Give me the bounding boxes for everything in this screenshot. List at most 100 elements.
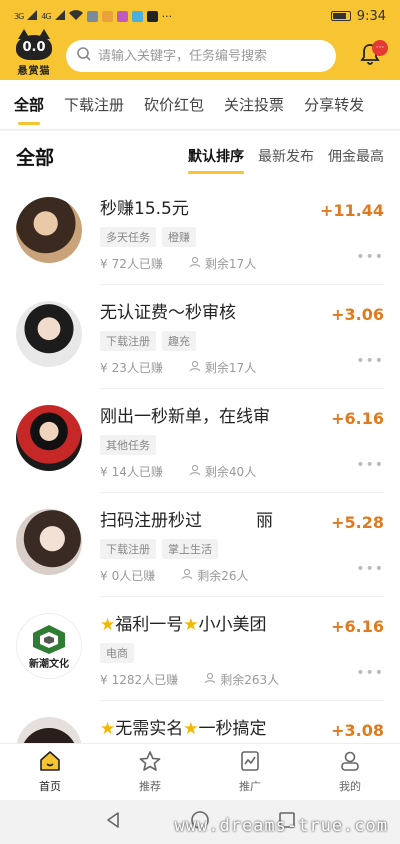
person-icon (204, 672, 216, 687)
nav-label: 推广 (239, 780, 261, 793)
tab-download-register[interactable]: 下载注册 (64, 80, 124, 129)
search-bar[interactable] (66, 40, 336, 72)
nav-label: 首页 (39, 780, 61, 793)
reward-amount: +3.06 (331, 305, 384, 324)
task-item[interactable]: 刚出一秒新单，在线审 其他任务 ¥ 14人已赚 剩余40人 +6.16 ••• (0, 389, 400, 493)
task-meta: ¥ 72人已赚 剩余17人 (100, 255, 384, 272)
more-options-icon[interactable]: ••• (356, 353, 384, 369)
task-title-part: 一秒搞定 (198, 719, 267, 739)
app-notification-icon (86, 10, 98, 22)
app-notification-icon (131, 10, 143, 22)
task-tags: 下载注册 趣充 (100, 331, 384, 351)
tab-follow-vote[interactable]: 关注投票 (224, 80, 284, 129)
sort-newest[interactable]: 最新发布 (258, 142, 314, 170)
earned-count: 23人已赚 (111, 361, 163, 375)
sort-options: 默认排序 最新发布 佣金最高 (188, 142, 384, 174)
task-title-part: 小小美团 (198, 615, 267, 635)
reward-amount: +5.28 (331, 513, 384, 532)
earned-count: 1282人已赚 (111, 673, 179, 687)
star-icon: ★ (100, 615, 116, 635)
task-tags: 下载注册 掌上生活 (100, 539, 384, 559)
task-tags: 多天任务 橙赚 (100, 227, 384, 247)
wifi-icon (68, 9, 83, 23)
nav-mine[interactable]: 我的 (300, 744, 400, 800)
more-options-icon[interactable]: ••• (356, 249, 384, 265)
sort-highest-commission[interactable]: 佣金最高 (328, 142, 384, 170)
yen-icon: ¥ (100, 464, 108, 479)
avatar: 新潮文化 (16, 613, 82, 679)
task-title-part: 福利一号 (115, 615, 184, 635)
task-meta: ¥ 14人已赚 剩余40人 (100, 463, 384, 480)
task-item[interactable]: 新潮文化 ★福利一号★小小美团 电商 ¥ 1282人已赚 剩余263人 +6.1… (0, 597, 400, 701)
cat-logo-icon: 0.0 (16, 29, 52, 60)
task-tag: 下载注册 (100, 331, 156, 351)
task-tag: 下载注册 (100, 539, 156, 559)
avatar (16, 197, 82, 263)
more-options-icon[interactable]: ••• (356, 561, 384, 577)
search-icon (76, 46, 92, 66)
search-input[interactable] (98, 48, 326, 64)
person-icon (181, 568, 193, 583)
more-notifications-icon: ··· (161, 9, 173, 23)
more-options-icon[interactable]: ••• (356, 457, 384, 473)
task-item[interactable]: 无认证费～秒审核 下载注册 趣充 ¥ 23人已赚 剩余17人 +3.06 ••• (0, 285, 400, 389)
tiktok-icon (146, 10, 158, 22)
task-tags: 电商 (100, 643, 384, 663)
status-left: 3G 4G ··· (14, 9, 173, 23)
notification-button[interactable]: ··· (352, 38, 388, 74)
reward-amount: +3.08 (331, 721, 384, 740)
remaining-count: 剩余17人 (204, 361, 257, 375)
signal-bars-icon (27, 9, 38, 23)
task-tag: 其他任务 (100, 435, 156, 455)
status-right: 9:34 (330, 9, 386, 24)
task-tag: 趣充 (162, 331, 196, 351)
category-tabs: 全部 下载注册 砍价红包 关注投票 分享转发 (0, 80, 400, 130)
task-item[interactable]: 扫码注册秒过 丽 下载注册 掌上生活 ¥ 0人已赚 剩余26人 +5.28 ••… (0, 493, 400, 597)
yen-icon: ¥ (100, 256, 108, 271)
back-icon[interactable] (104, 811, 122, 833)
signal-3g: 3G (14, 11, 24, 21)
app-header: 0.0 悬赏猫 ··· (0, 29, 400, 80)
home-icon (38, 750, 62, 775)
avatar (16, 509, 82, 575)
task-meta: ¥ 0人已赚 剩余26人 (100, 567, 384, 584)
more-options-icon[interactable]: ••• (356, 665, 384, 681)
earned-count: 72人已赚 (111, 257, 163, 271)
remaining-count: 剩余40人 (204, 465, 257, 479)
task-tag: 电商 (100, 643, 134, 663)
remaining-count: 剩余17人 (204, 257, 257, 271)
tab-all[interactable]: 全部 (14, 80, 44, 129)
yen-icon: ¥ (100, 568, 108, 583)
remaining-count: 剩余263人 (220, 673, 280, 687)
avatar (16, 301, 82, 367)
task-list: 秒赚15.5元 多天任务 橙赚 ¥ 72人已赚 剩余17人 +11.44 •••… (0, 181, 400, 743)
star-icon (138, 750, 162, 775)
task-item[interactable]: 秒赚15.5元 多天任务 橙赚 ¥ 72人已赚 剩余17人 +11.44 ••• (0, 181, 400, 285)
task-meta: ¥ 1282人已赚 剩余263人 (100, 671, 384, 688)
status-bar: 3G 4G ··· 9:34 (0, 0, 400, 32)
app-notification-icon (101, 10, 113, 22)
task-tags: 其他任务 (100, 435, 384, 455)
logo-text: 悬赏猫 (17, 66, 51, 77)
person-icon (189, 360, 201, 375)
person-icon (189, 464, 201, 479)
task-meta: ¥ 23人已赚 剩余17人 (100, 359, 384, 376)
avatar (16, 405, 82, 471)
reward-amount: +6.16 (331, 617, 384, 636)
app-notification-icon (116, 10, 128, 22)
tab-share-forward[interactable]: 分享转发 (304, 80, 364, 129)
logo-face-text: 0.0 (22, 40, 46, 55)
bottom-nav: 首页 推荐 推广 我的 (0, 743, 400, 800)
user-icon (338, 750, 362, 775)
avatar (16, 717, 82, 743)
nav-recommend[interactable]: 推荐 (100, 744, 200, 800)
remaining-count: 剩余26人 (197, 569, 249, 583)
section-title: 全部 (16, 146, 55, 169)
task-item[interactable]: ★无需实名★一秒搞定 +3.08 (0, 701, 400, 743)
tab-bargain-redpacket[interactable]: 砍价红包 (144, 80, 204, 129)
task-tag: 掌上生活 (162, 539, 218, 559)
nav-promote[interactable]: 推广 (200, 744, 300, 800)
signal-4g: 4G (41, 11, 51, 21)
nav-home[interactable]: 首页 (0, 744, 100, 800)
sort-default[interactable]: 默认排序 (188, 142, 244, 174)
